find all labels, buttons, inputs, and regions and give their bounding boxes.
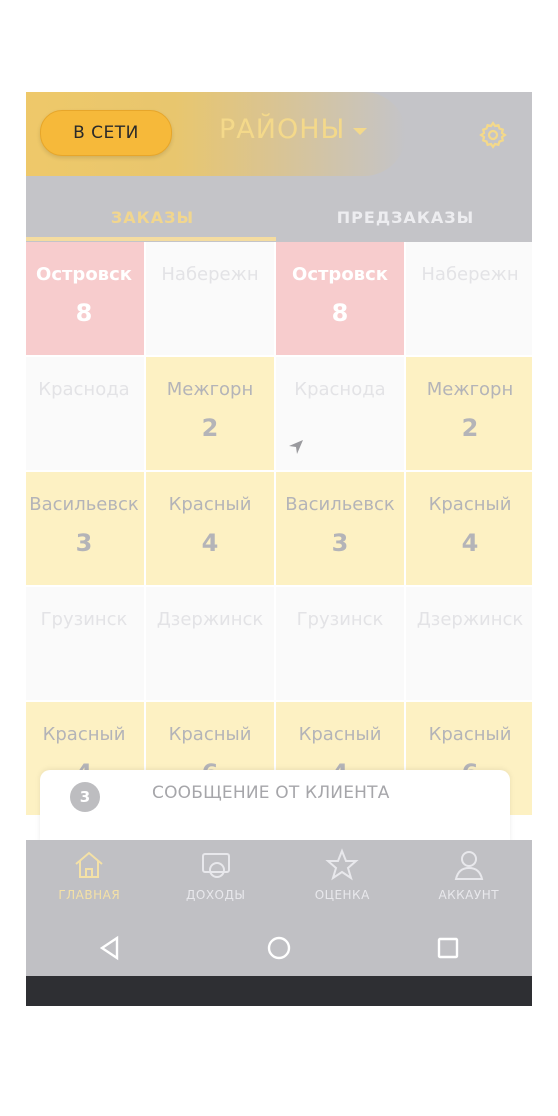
location-arrow-icon bbox=[289, 440, 303, 454]
district-cell[interactable]: Дзержинск bbox=[146, 587, 274, 700]
district-cell[interactable]: Васильевск 3 bbox=[26, 472, 144, 585]
district-order-count: 8 bbox=[75, 299, 93, 327]
tab-preorders[interactable]: ПРЕДЗАКАЗЫ bbox=[279, 192, 532, 242]
district-name: Межгорн bbox=[166, 379, 254, 400]
nav-item-income[interactable]: ДОХОДЫ bbox=[153, 848, 280, 914]
back-icon[interactable] bbox=[97, 935, 123, 961]
caret-down-icon bbox=[353, 128, 368, 135]
district-name: Красный bbox=[428, 724, 512, 745]
nav-label-income: ДОХОДЫ bbox=[186, 888, 246, 902]
nav-label-rating: ОЦЕНКА bbox=[314, 888, 370, 902]
tab-orders[interactable]: ЗАКАЗЫ bbox=[26, 192, 279, 242]
district-name: Красный bbox=[298, 724, 382, 745]
districts-dropdown[interactable]: РАЙОНЫ bbox=[219, 114, 368, 145]
district-name: Межгорн bbox=[426, 379, 514, 400]
district-cell[interactable]: Красный 4 bbox=[406, 472, 532, 585]
district-name: Дзержинск bbox=[156, 609, 264, 630]
nav-row: ГЛАВНАЯ ДОХОДЫ ОЦЕНКА АККАУНТ bbox=[26, 848, 532, 914]
client-message-card[interactable]: 3 СООБЩЕНИЕ ОТ КЛИЕНТА bbox=[40, 770, 510, 850]
district-order-count: 2 bbox=[461, 414, 479, 442]
district-name: Красный bbox=[168, 724, 252, 745]
district-name: Грузинск bbox=[296, 609, 384, 630]
district-name: Островск bbox=[36, 264, 132, 285]
tab-bar: ЗАКАЗЫ ПРЕДЗАКАЗЫ bbox=[26, 192, 532, 242]
district-name: Грузинск bbox=[40, 609, 128, 630]
district-name: Краснода bbox=[294, 379, 386, 400]
nav-label-home: ГЛАВНАЯ bbox=[58, 888, 121, 902]
district-name: Островск bbox=[292, 264, 388, 285]
home-circle-icon[interactable] bbox=[266, 935, 292, 961]
user-icon bbox=[454, 851, 483, 880]
district-cell[interactable]: Островск 8 bbox=[26, 242, 144, 355]
recents-icon[interactable] bbox=[435, 935, 461, 961]
star-icon bbox=[325, 848, 359, 881]
home-icon bbox=[75, 851, 103, 878]
active-tab-indicator bbox=[26, 237, 276, 241]
nav-item-home[interactable]: ГЛАВНАЯ bbox=[26, 848, 153, 914]
nav-label-account: АККАУНТ bbox=[438, 888, 500, 902]
district-cell[interactable]: Васильевск 3 bbox=[276, 472, 404, 585]
district-name: Краснода bbox=[38, 379, 130, 400]
district-cell[interactable]: Островск 8 bbox=[276, 242, 404, 355]
system-navigation-bar bbox=[26, 920, 532, 976]
header: В СЕТИ РАЙОНЫ ЗАКАЗЫ ПРЕДЗАКАЗЫ bbox=[26, 92, 532, 242]
district-cell[interactable]: Краснода bbox=[276, 357, 404, 470]
district-cell[interactable]: Грузинск bbox=[26, 587, 144, 700]
district-name: Красный bbox=[168, 494, 252, 515]
district-order-count: 3 bbox=[331, 529, 349, 557]
district-cell[interactable]: Краснода bbox=[26, 357, 144, 470]
app-screen: В СЕТИ РАЙОНЫ ЗАКАЗЫ ПРЕДЗАКАЗЫ Островск… bbox=[26, 92, 532, 1006]
district-order-count: 4 bbox=[461, 529, 479, 557]
districts-grid: Островск 8 Набережн Островск 8 Набережн Красно… bbox=[26, 242, 532, 815]
district-cell[interactable]: Красный 4 bbox=[146, 472, 274, 585]
district-name: Васильевск bbox=[29, 494, 139, 515]
gear-icon[interactable] bbox=[478, 120, 508, 150]
district-name: Красный bbox=[42, 724, 126, 745]
district-name: Дзержинск bbox=[416, 609, 524, 630]
district-cell[interactable]: Межгорн 2 bbox=[406, 357, 532, 470]
districts-title-label: РАЙОНЫ bbox=[219, 114, 346, 145]
message-title: СООБЩЕНИЕ ОТ КЛИЕНТА bbox=[152, 783, 390, 803]
district-order-count: 2 bbox=[201, 414, 219, 442]
bottom-navigation: ГЛАВНАЯ ДОХОДЫ ОЦЕНКА АККАУНТ bbox=[26, 840, 532, 976]
district-name: Красный bbox=[428, 494, 512, 515]
online-toggle-button[interactable]: В СЕТИ bbox=[40, 110, 172, 156]
district-order-count: 8 bbox=[331, 299, 349, 327]
district-name: Набережн bbox=[421, 264, 519, 285]
district-cell[interactable]: Набережн bbox=[146, 242, 274, 355]
district-order-count: 4 bbox=[201, 529, 219, 557]
district-order-count: 3 bbox=[75, 529, 93, 557]
map-strip bbox=[26, 976, 532, 1006]
district-name: Набережн bbox=[161, 264, 259, 285]
message-count-badge: 3 bbox=[70, 782, 100, 812]
district-cell[interactable]: Набережн bbox=[406, 242, 532, 355]
district-cell[interactable]: Межгорн 2 bbox=[146, 357, 274, 470]
district-name: Васильевск bbox=[285, 494, 395, 515]
nav-item-rating[interactable]: ОЦЕНКА bbox=[279, 848, 406, 914]
nav-item-account[interactable]: АККАУНТ bbox=[406, 848, 533, 914]
income-icon bbox=[201, 853, 230, 878]
district-cell[interactable]: Грузинск bbox=[276, 587, 404, 700]
district-cell[interactable]: Дзержинск bbox=[406, 587, 532, 700]
